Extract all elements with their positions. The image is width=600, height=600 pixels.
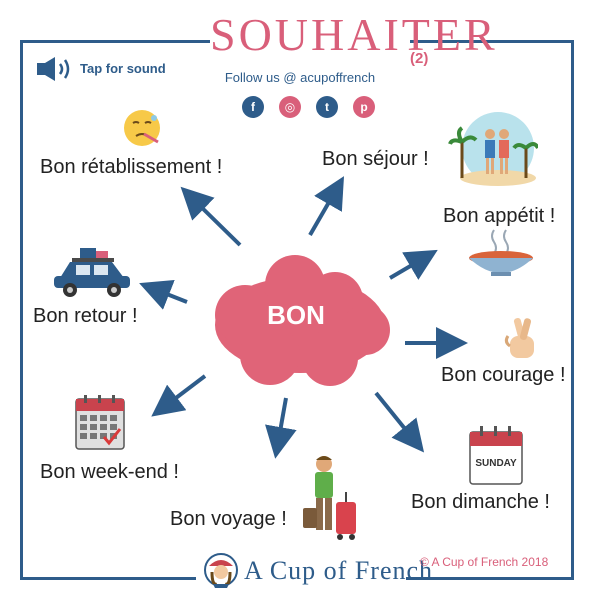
bon-label: BON (267, 300, 325, 330)
arrow-voyage (265, 397, 297, 459)
phrase-voyage: Bon voyage ! (170, 508, 287, 530)
car-with-luggage-icon (54, 248, 130, 297)
traveller-with-suitcases-icon (303, 456, 356, 540)
phrase-retablissement: Bon rétablissement ! (40, 156, 223, 178)
phrase-dimanche: Bon dimanche ! (411, 491, 550, 513)
arrow-dimanche (374, 391, 425, 453)
sunday-calendar-icon: SUNDAY (469, 426, 523, 485)
arrow-retablissement (180, 186, 242, 247)
calendar-icon (75, 395, 125, 450)
brand-name: A Cup of French (244, 556, 434, 585)
phrase-courage: Bon courage ! (441, 364, 566, 386)
soup-bowl-icon (469, 229, 533, 276)
brand-avatar-icon (204, 553, 238, 588)
phrase-retour: Bon retour ! (33, 305, 138, 327)
phrase-weekend: Bon week-end ! (40, 461, 179, 483)
sick-face-icon (124, 110, 160, 146)
copyright-text: © A Cup of French 2018 (420, 555, 549, 569)
sunday-label: SUNDAY (475, 458, 517, 469)
arrow-weekend (151, 374, 207, 417)
phrase-sejour: Bon séjour ! (322, 148, 429, 170)
crossed-fingers-icon (504, 318, 534, 358)
arrow-retour (139, 279, 188, 310)
arrow-sejour (308, 176, 345, 237)
phrase-appetit: Bon appétit ! (443, 205, 556, 227)
beach-couple-icon (448, 112, 538, 186)
